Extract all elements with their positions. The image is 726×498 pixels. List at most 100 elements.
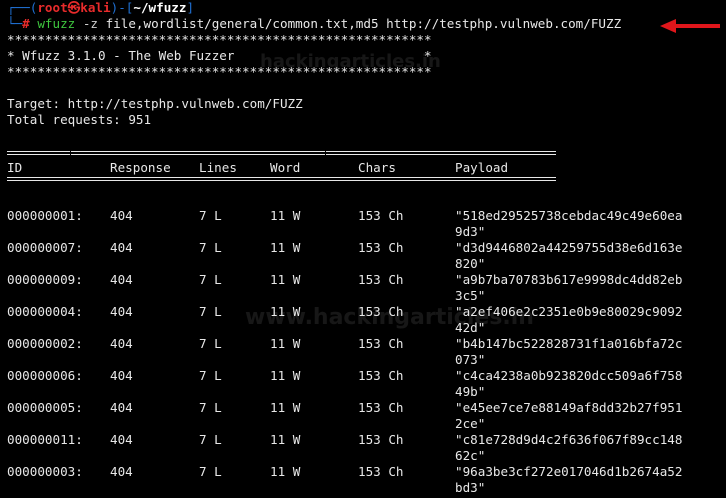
row-word: 11 W <box>270 272 301 287</box>
prompt-bottom-prefix: └─ <box>7 16 23 31</box>
row-lines: 7 L <box>199 464 222 479</box>
row-response: 404 <box>110 240 133 255</box>
prompt-user-host: root㉿kali <box>37 0 111 15</box>
row-id: 000000005: <box>7 400 83 415</box>
target-line: Target: http://testphp.vulnweb.com/FUZZ <box>7 96 303 111</box>
header-chars: Chars <box>358 160 396 175</box>
row-lines: 7 L <box>199 208 222 223</box>
row-response: 404 <box>110 368 133 383</box>
row-id: 000000011: <box>7 432 83 447</box>
rule-segment <box>326 151 556 155</box>
table-row-continuation: 3c5" <box>7 288 726 304</box>
prompt-header: ┌──(root㉿kali)-[~/wfuzz] <box>7 0 726 16</box>
row-chars: 153 Ch <box>358 464 404 479</box>
table-row-continuation: 9d3" <box>7 224 726 240</box>
row-word: 11 W <box>270 368 301 383</box>
row-chars: 153 Ch <box>358 208 404 223</box>
row-id: 000000003: <box>7 464 83 479</box>
table-row: 000000009: 404 7 L 11 W 153 Ch "a9b7ba70783b6… <box>7 272 726 288</box>
row-lines: 7 L <box>199 304 222 319</box>
total-requests-line: Total requests: 951 <box>7 112 152 127</box>
row-payload-wrap: bd3" <box>455 480 486 495</box>
rule-segment <box>7 151 70 155</box>
row-response: 404 <box>110 272 133 287</box>
row-lines: 7 L <box>199 272 222 287</box>
row-chars: 153 Ch <box>358 336 404 351</box>
row-lines: 7 L <box>199 368 222 383</box>
rule-segment <box>71 151 325 155</box>
row-payload-wrap: 3c5" <box>455 288 486 303</box>
header-payload: Payload <box>455 160 509 175</box>
table-header: ID Response Lines Word Chars Payload <box>7 160 726 176</box>
header-word: Word <box>270 160 301 175</box>
row-payload: "c81e728d9d4c2f636f067f89cc148 <box>455 432 683 447</box>
row-payload-wrap: 62c" <box>455 448 486 463</box>
row-chars: 153 Ch <box>358 432 404 447</box>
header-id: ID <box>7 160 23 175</box>
command-name: wfuzz <box>37 16 76 31</box>
row-word: 11 W <box>270 400 301 415</box>
table-row-continuation: 073" <box>7 352 726 368</box>
table-row: 000000007: 404 7 L 11 W 153 Ch "d3d9446802a44… <box>7 240 726 256</box>
row-id: 000000002: <box>7 336 83 351</box>
row-payload: "b4b147bc522828731f1a016bfa72c <box>455 336 683 351</box>
table-row-continuation: 62c" <box>7 448 726 464</box>
row-id: 000000006: <box>7 368 83 383</box>
row-payload-wrap: 9d3" <box>455 224 486 239</box>
row-payload: "96a3be3cf272e017046d1b2674a52 <box>455 464 683 479</box>
row-lines: 7 L <box>199 400 222 415</box>
table-row-continuation: 820" <box>7 256 726 272</box>
table-row: 000000005: 404 7 L 11 W 153 Ch "e45ee7ce7e881… <box>7 400 726 416</box>
row-lines: 7 L <box>199 336 222 351</box>
prompt-cwd: ~/wfuzz <box>133 0 187 15</box>
watermark-top: hackingarticles.in <box>260 51 441 72</box>
row-word: 11 W <box>270 432 301 447</box>
table-row: 000000011: 404 7 L 11 W 153 Ch "c81e728d9d4c2… <box>7 432 726 448</box>
command-flag: -z <box>75 16 99 31</box>
row-lines: 7 L <box>199 432 222 447</box>
row-word: 11 W <box>270 464 301 479</box>
header-response: Response <box>110 160 171 175</box>
row-chars: 153 Ch <box>358 240 404 255</box>
row-payload-wrap: 49b" <box>455 384 486 399</box>
row-response: 404 <box>110 336 133 351</box>
prompt-bracket-close: ] <box>186 0 195 15</box>
table-row: 000000006: 404 7 L 11 W 153 Ch "c4ca4238a0b92… <box>7 368 726 384</box>
row-lines: 7 L <box>199 240 222 255</box>
row-payload: "e45ee7ce7e88149af8dd32b27f951 <box>455 400 683 415</box>
table-rule-bottom <box>7 176 726 192</box>
row-payload-wrap: 820" <box>455 256 486 271</box>
watermark-mid: www.hackingarticles.in <box>245 305 534 330</box>
row-id: 000000009: <box>7 272 83 287</box>
row-payload: "c4ca4238a0b923820dcc509a6f758 <box>455 368 683 383</box>
row-word: 11 W <box>270 336 301 351</box>
header-lines: Lines <box>199 160 237 175</box>
row-word: 11 W <box>270 208 301 223</box>
row-id: 000000004: <box>7 304 83 319</box>
row-response: 404 <box>110 304 133 319</box>
row-response: 404 <box>110 208 133 223</box>
row-payload-wrap: 2ce" <box>455 416 486 431</box>
row-response: 404 <box>110 464 133 479</box>
table-row-continuation: 49b" <box>7 384 726 400</box>
row-word: 11 W <box>270 240 301 255</box>
prompt-bracket-open: ┌──( <box>7 0 38 15</box>
banner-stars-top: ****************************************… <box>7 32 432 47</box>
row-chars: 153 Ch <box>358 368 404 383</box>
rule-segment <box>7 177 556 181</box>
table-row: 000000003: 404 7 L 11 W 153 Ch "96a3be3cf272e… <box>7 464 726 480</box>
table-row: 000000001: 404 7 L 11 W 153 Ch "518ed29525738… <box>7 208 726 224</box>
command-line[interactable]: └─# wfuzz -z file,wordlist/general/commo… <box>7 16 726 32</box>
prompt-hash: # <box>22 16 38 31</box>
row-chars: 153 Ch <box>358 400 404 415</box>
red-left-arrow-icon <box>660 19 720 33</box>
row-chars: 153 Ch <box>358 272 404 287</box>
prompt-bracket-mid: )-[ <box>110 0 134 15</box>
row-id: 000000007: <box>7 240 83 255</box>
table-row: 000000002: 404 7 L 11 W 153 Ch "b4b147bc52282… <box>7 336 726 352</box>
row-response: 404 <box>110 400 133 415</box>
table-row-continuation: bd3" <box>7 480 726 496</box>
